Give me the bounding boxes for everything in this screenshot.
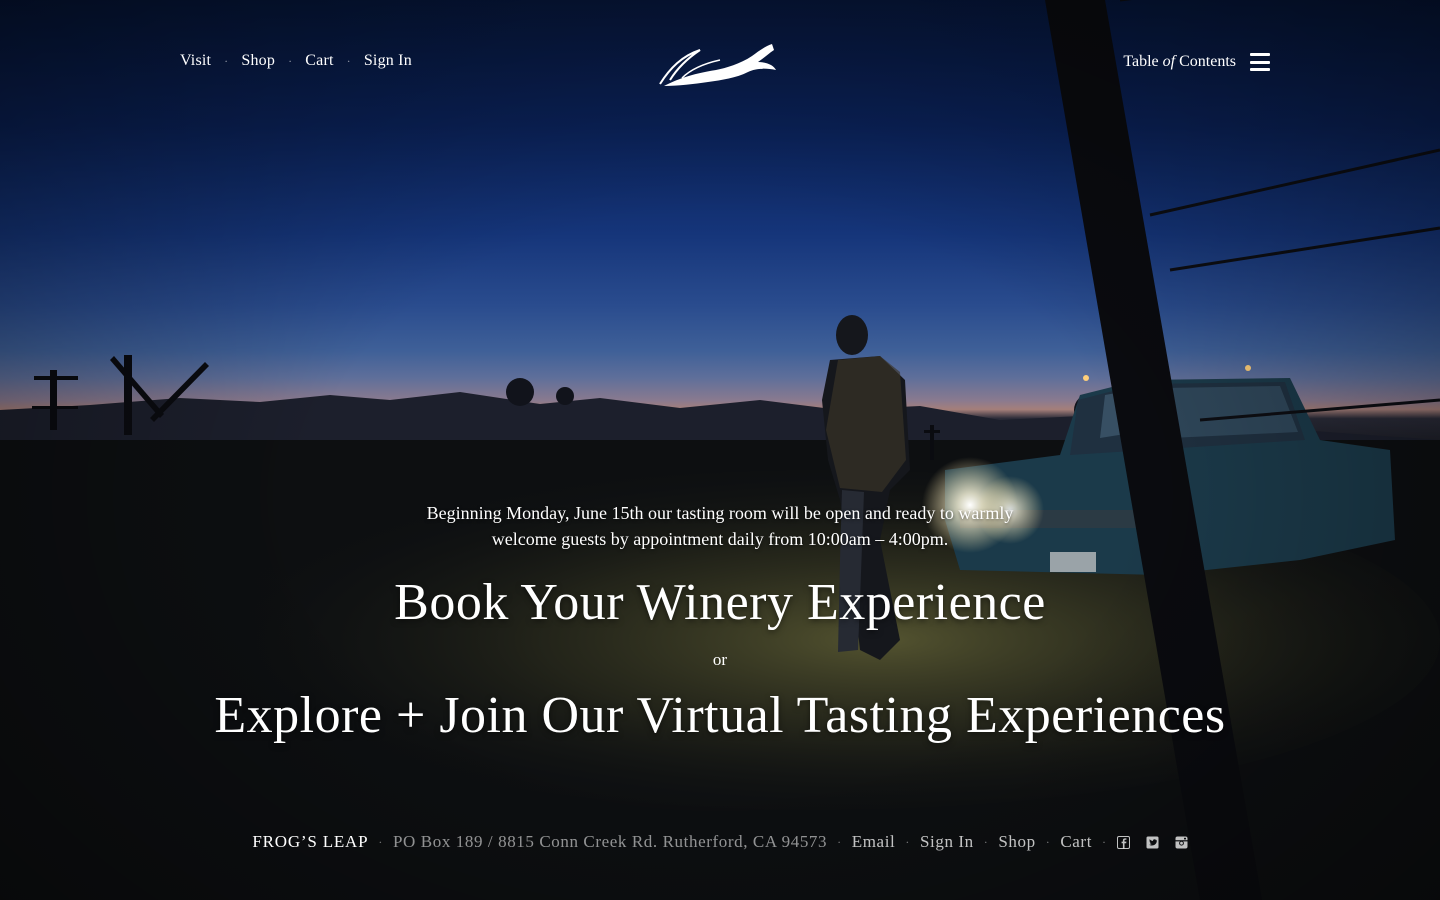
footer-separator: · (905, 834, 910, 849)
footer-shop-link[interactable]: Shop (998, 832, 1035, 852)
footer-email-link[interactable]: Email (852, 832, 896, 852)
footer-address: PO Box 189 / 8815 Conn Creek Rd. Rutherf… (393, 832, 828, 851)
nav-visit-link[interactable]: Visit (180, 52, 211, 70)
announcement-line-1: Beginning Monday, June 15th our tasting … (426, 503, 1014, 523)
footer-sign-in-link[interactable]: Sign In (920, 832, 974, 852)
nav-separator: · (224, 53, 229, 68)
top-nav: Visit · Shop · Cart · Sign In (180, 52, 412, 70)
nav-shop-link[interactable]: Shop (241, 52, 275, 70)
toc-label: Table of Contents (1123, 53, 1236, 70)
footer-cart-link[interactable]: Cart (1060, 832, 1092, 852)
nav-cart-link[interactable]: Cart (305, 52, 333, 70)
announcement-line-2: welcome guests by appointment daily from… (491, 529, 949, 549)
night-vineyard-scene (0, 0, 1440, 900)
or-divider-text: or (712, 650, 728, 669)
virtual-tasting-experiences-link[interactable]: Explore + Join Our Virtual Tasting Exper… (0, 685, 1440, 747)
leaping-frog-icon (659, 44, 776, 86)
book-winery-experience-link[interactable]: Book Your Winery Experience (0, 572, 1440, 634)
hamburger-menu-icon[interactable] (1250, 53, 1270, 71)
hero-background-photo (0, 0, 1440, 900)
frog-leap-logo[interactable] (656, 40, 780, 90)
footer-separator: · (837, 834, 842, 849)
facebook-icon[interactable] (1116, 835, 1130, 849)
site-footer: FROG’S LEAP · PO Box 189 / 8815 Conn Cre… (0, 832, 1440, 852)
footer-separator: · (1045, 834, 1051, 849)
instagram-icon[interactable] (1175, 836, 1188, 849)
footer-brand: FROG’S LEAP (252, 832, 369, 851)
nav-sign-in-link[interactable]: Sign In (364, 52, 412, 70)
nav-separator: · (346, 53, 351, 68)
twitter-icon[interactable] (1146, 836, 1159, 849)
tasting-room-announcement: Beginning Monday, June 15th our tasting … (0, 500, 1440, 552)
table-of-contents-menu[interactable]: Table of Contents (1123, 53, 1270, 71)
nav-separator: · (288, 53, 293, 68)
footer-separator: · (983, 834, 989, 849)
footer-separator: · (1102, 834, 1107, 849)
footer-separator: · (378, 834, 383, 849)
